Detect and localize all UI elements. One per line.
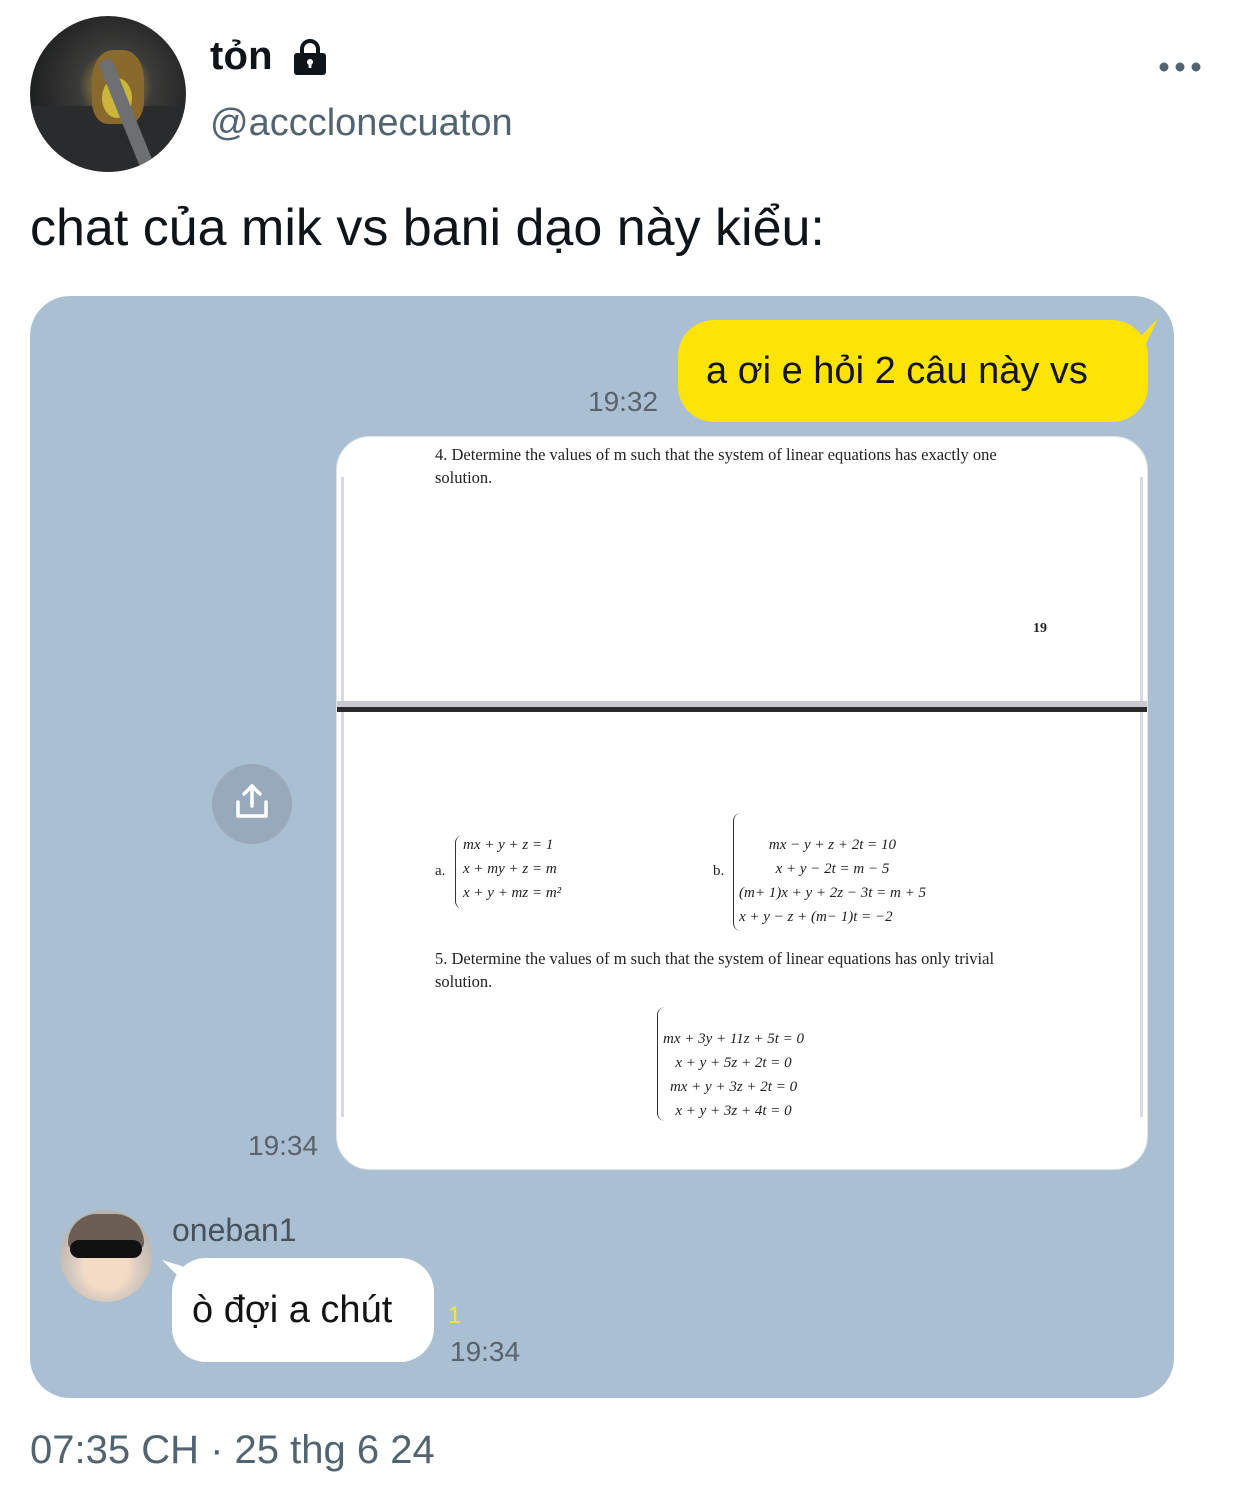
lock-icon [294,39,326,75]
question-4-line2: solution. [435,468,493,487]
friend-avatar[interactable] [60,1210,152,1302]
share-upload-icon [236,784,268,818]
tweet-text: chat của mik vs bani dạo này kiểu: [30,199,825,257]
share-button[interactable] [212,764,292,844]
unread-count: 1 [448,1302,462,1329]
equation: x + y − 2t = m − 5 [775,861,890,877]
user-handle[interactable]: @accclonecuaton [210,102,513,145]
message-time: 19:34 [450,1336,521,1367]
equation: x + my + z = m [463,861,557,877]
equation: x + y − z + (m− 1)t = −2 [739,909,893,925]
question-5-line1: 5. Determine the values of m such that t… [435,949,995,968]
chat-photo-attachment[interactable]: 4. Determine the values of m such that t… [336,436,1148,1170]
system-b-label: b. [713,863,725,879]
page-edge [1140,477,1143,1117]
page-edge [341,477,344,1117]
page-divider [337,707,1147,712]
my-message-bubble: a ơi e hỏi 2 câu này vs [678,320,1148,422]
equation: (m+ 1)x + y + 2z − 3t = m + 5 [739,885,926,901]
tweet-media-image[interactable]: 19:32 a ơi e hỏi 2 câu này vs 4. Determi… [30,296,1174,1398]
equation: mx + y + z = 1 [463,837,554,853]
friend-name: oneban1 [172,1212,297,1248]
avatar-sunglasses [70,1240,142,1258]
display-name[interactable]: tỏn [210,34,273,79]
system-c: mx + 3y + 11z + 5t = 0 x + y + 5z + 2t =… [663,1027,804,1123]
brace [455,835,463,909]
message-time: 19:32 [588,386,659,417]
profile-avatar[interactable] [30,16,186,172]
tweet-timestamp[interactable]: 07:35 CH · 25 thg 6 24 [30,1428,435,1473]
equation: x + y + 3z + 4t = 0 [675,1103,792,1119]
message-time: 19:34 [248,1130,319,1161]
bubble-tail [1130,318,1158,348]
system-a: mx + y + z = 1 x + my + z = m x + y + mz… [463,833,561,905]
page-number: 19 [1033,621,1047,636]
question-4-line1: 4. Determine the values of m such that t… [435,445,997,464]
system-b: mx − y + z + 2t = 10 x + y − 2t = m − 5 … [739,833,926,929]
equation: mx + 3y + 11z + 5t = 0 [663,1031,805,1047]
equation: x + y + 5z + 2t = 0 [675,1055,792,1071]
equation: mx − y + z + 2t = 10 [768,837,897,853]
system-a-label: a. [435,863,446,879]
more-horizontal-icon[interactable] [1158,58,1202,76]
question-5-line2: solution. [435,972,493,991]
equation: x + y + mz = m² [463,885,562,901]
friend-message-bubble: ò đợi a chút [172,1258,434,1362]
equation: mx + y + 3z + 2t = 0 [669,1079,798,1095]
